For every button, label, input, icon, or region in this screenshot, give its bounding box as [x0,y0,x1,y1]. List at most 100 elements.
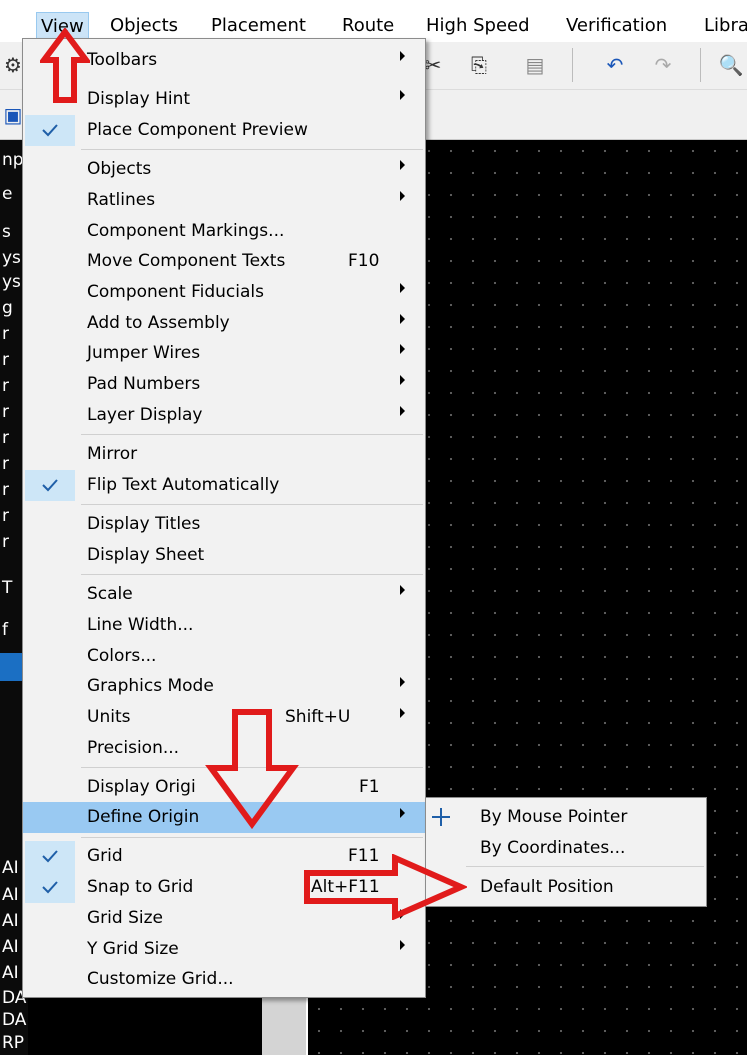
menu-item-add-to-assembly[interactable]: Add to Assembly [23,308,425,339]
menu-item-display-titles[interactable]: Display Titles [23,509,425,540]
panel-text-fragment: r [2,532,9,552]
menu-item-label: Define Origin [87,807,200,827]
checkmark-icon [25,841,75,872]
menu-item-place-component-preview[interactable]: Place Component Preview [23,115,425,146]
submenu-arrow-icon [400,677,405,687]
panel-text-fragment: AI [2,911,19,931]
submenu-item-label: By Coordinates... [480,838,626,858]
arrow-up-annotation-icon [40,28,90,103]
menu-item-label: Display Origi [87,777,196,797]
menu-item-label: Layer Display [87,405,203,425]
checkmark-icon [25,872,75,903]
menu-placement[interactable]: Placement [211,14,306,38]
paste-icon[interactable]: ▤ [522,54,548,76]
menu-item-label: Component Fiducials [87,282,264,302]
panel-scrollbar[interactable] [262,996,308,1055]
menu-item-label: Place Component Preview [87,120,308,140]
submenu-arrow-icon [400,344,405,354]
panel-text-fragment: r [2,350,9,370]
undo-icon[interactable]: ↶ [602,54,628,76]
menu-item-flip-text-automatically[interactable]: Flip Text Automatically [23,470,425,501]
menu-item-label: Customize Grid... [87,969,234,989]
menu-item-label: Move Component Texts [87,251,286,271]
submenu-arrow-icon [400,940,405,950]
submenu-item-by-coordinates[interactable]: By Coordinates... [426,832,706,863]
submenu-arrow-icon [400,90,405,100]
redo-icon[interactable]: ↷ [650,54,676,76]
menu-library[interactable]: Libra [704,14,747,38]
menu-item-pad-numbers[interactable]: Pad Numbers [23,369,425,400]
menu-item-label: Graphics Mode [87,676,214,696]
submenu-arrow-icon [400,191,405,201]
menu-item-label: Display Hint [87,89,191,109]
submenu-arrow-icon [400,585,405,595]
menu-item-mirror[interactable]: Mirror [23,439,425,470]
checkmark-icon [25,115,75,146]
menu-item-y-grid-size[interactable]: Y Grid Size [23,934,425,965]
submenu-arrow-icon [400,160,405,170]
panel-text-fragment: r [2,506,9,526]
menu-separator [466,866,704,867]
menu-item-shortcut: F1 [359,777,380,797]
menu-item-label: Component Markings... [87,221,285,241]
menu-item-graphics-mode[interactable]: Graphics Mode [23,671,425,702]
submenu-arrow-icon [400,283,405,293]
panel-text-fragment: AI [2,885,19,905]
submenu-arrow-icon [400,808,405,818]
menu-verification[interactable]: Verification [566,14,667,38]
panel-text-fragment: np [2,150,24,170]
menu-item-component-markings[interactable]: Component Markings... [23,216,425,247]
panel-text-fragment: ys [2,248,21,268]
submenu-item-label: Default Position [480,877,614,897]
menu-item-layer-display[interactable]: Layer Display [23,400,425,431]
menu-objects[interactable]: Objects [110,14,178,38]
menu-item-label: Add to Assembly [87,313,230,333]
menu-bar: View Objects Placement Route High Speed … [0,0,747,42]
arrow-down-annotation-icon [205,709,299,830]
panel-text-fragment: e [2,184,13,204]
menu-route[interactable]: Route [342,14,394,38]
panel-text-fragment: s [2,222,11,242]
menu-separator [81,149,423,150]
panel-text-fragment: DAP [2,1010,28,1030]
panel-text-fragment: r [2,480,9,500]
menu-item-customize-grid[interactable]: Customize Grid... [23,964,425,995]
menu-item-display-sheet[interactable]: Display Sheet [23,540,425,571]
menu-item-move-component-texts[interactable]: Move Component Texts F10 [23,246,425,277]
panel-text-fragment: T [2,578,13,598]
panel-text-fragment: AI [2,937,19,957]
menu-item-objects[interactable]: Objects [23,154,425,185]
zoom-icon[interactable]: 🔍 [718,54,744,76]
define-origin-submenu: By Mouse Pointer By Coordinates... Defau… [425,797,707,907]
menu-item-label: Line Width... [87,615,194,635]
menu-item-component-fiducials[interactable]: Component Fiducials [23,277,425,308]
panel-text-fragment: ys [2,272,21,292]
menu-separator [81,504,423,505]
submenu-arrow-icon [400,51,405,61]
submenu-item-by-mouse-pointer[interactable]: By Mouse Pointer [426,801,706,832]
crosshair-icon [432,808,450,826]
panel-text-fragment: r [2,402,9,422]
menu-item-ratlines[interactable]: Ratlines [23,185,425,216]
menu-item-jumper-wires[interactable]: Jumper Wires [23,338,425,369]
menu-item-label: Units [87,707,131,727]
menu-item-label: Pad Numbers [87,374,201,394]
menu-item-label: Colors... [87,646,157,666]
copy-icon[interactable]: ⎘ [466,54,492,76]
panel-text-fragment: AI [2,858,19,878]
menu-separator [81,434,423,435]
toolbar-separator [700,48,701,82]
menu-item-line-width[interactable]: Line Width... [23,610,425,641]
menu-item-label: Display Sheet [87,545,205,565]
menu-item-colors[interactable]: Colors... [23,641,425,672]
menu-item-label: Grid [87,846,123,866]
menu-item-label: Y Grid Size [87,939,179,959]
submenu-item-default-position[interactable]: Default Position [426,871,706,902]
menu-item-scale[interactable]: Scale [23,579,425,610]
arrow-right-annotation-icon [304,854,467,920]
panel-text-fragment: r [2,428,9,448]
panel-text-fragment: g [2,298,13,318]
menu-high-speed[interactable]: High Speed [426,14,530,38]
menu-item-label: Toolbars [87,50,158,70]
panel-text-fragment: AI [2,963,19,983]
